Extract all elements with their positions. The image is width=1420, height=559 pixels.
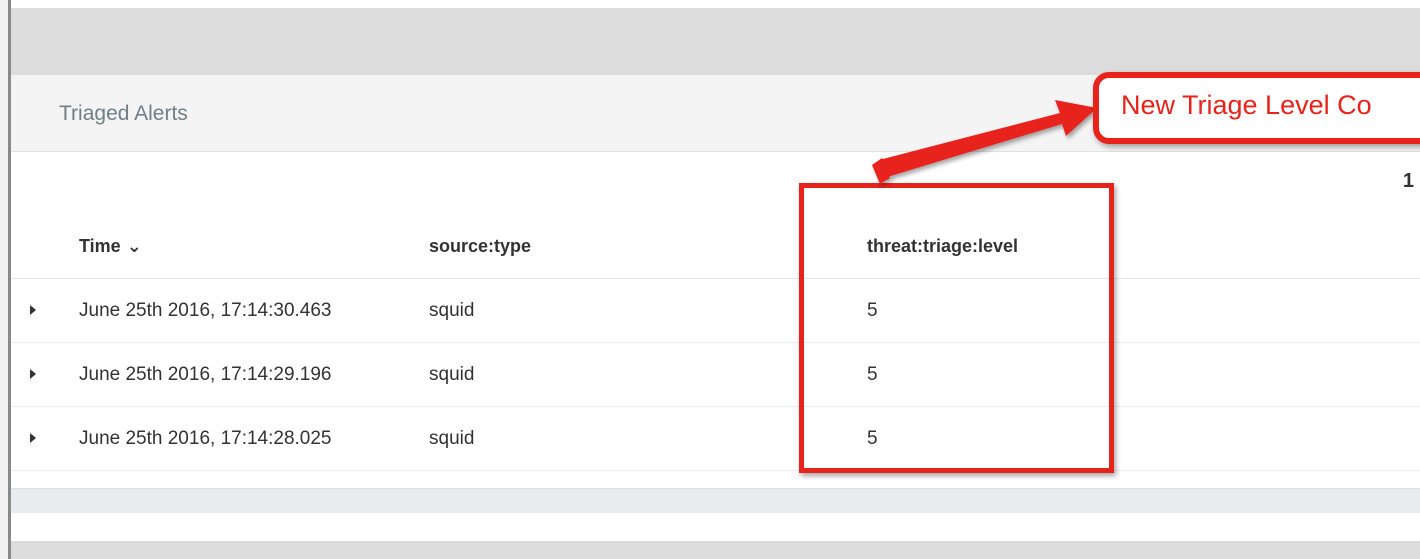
annotation-callout-text: New Triage Level Co [1121,90,1372,120]
caret-right-icon[interactable] [30,369,36,379]
table-header-row: Time ⌄ source:type threat:triage:level [11,215,1420,279]
cell-time: June 25th 2016, 17:14:29.196 [79,364,332,385]
caret-right-icon[interactable] [30,433,36,443]
top-toolbar [11,8,1420,75]
cell-time: June 25th 2016, 17:14:30.463 [79,300,332,321]
cell-source-type: squid [429,364,475,385]
annotation-callout: New Triage Level Co [1093,72,1420,144]
bottom-bar [11,541,1420,559]
cell-time: June 25th 2016, 17:14:28.025 [79,428,332,449]
alerts-table: Time ⌄ source:type threat:triage:level Ju… [11,215,1420,471]
cell-source-type: squid [429,300,475,321]
window-left-edge [0,0,11,559]
column-header-source-type[interactable]: source:type [429,236,531,257]
caret-right-icon[interactable] [30,305,36,315]
cell-source-type: squid [429,428,475,449]
table-footer [11,488,1420,513]
table-row[interactable]: June 25th 2016, 17:14:28.025 squid 5 [11,407,1420,471]
column-header-time[interactable]: Time ⌄ [79,236,142,257]
panel-title: Triaged Alerts [59,102,188,125]
sort-down-icon[interactable]: ⌄ [127,236,142,256]
screenshot-frame: Triaged Alerts 1 Time ⌄ source:type threa… [0,0,1420,559]
table-row[interactable]: June 25th 2016, 17:14:29.196 squid 5 [11,343,1420,407]
table-row[interactable]: June 25th 2016, 17:14:30.463 squid 5 [11,279,1420,343]
pagination-indicator[interactable]: 1 [1403,170,1414,193]
column-header-time-label: Time [79,236,121,256]
annotation-highlight-box [799,183,1114,473]
